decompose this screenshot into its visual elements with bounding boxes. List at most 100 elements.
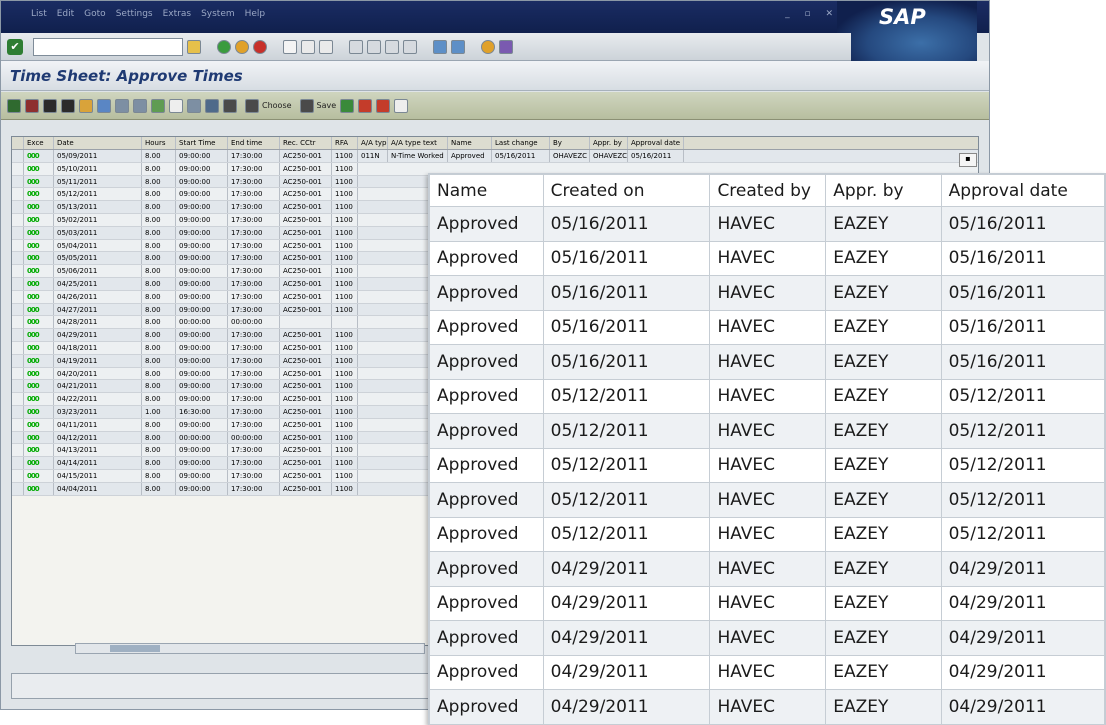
command-field[interactable]: [33, 37, 183, 56]
print-icon[interactable]: [283, 39, 297, 54]
row-selector[interactable]: [12, 418, 24, 431]
row-selector[interactable]: [12, 469, 24, 482]
table-row[interactable]: Approved 05/12/2011 HAVEC EAZEY 05/12/2011: [429, 482, 1106, 518]
row-selector[interactable]: [12, 380, 24, 393]
menu-item-help[interactable]: Help: [245, 9, 266, 19]
row-selector[interactable]: [12, 188, 24, 201]
menu-item-edit[interactable]: Edit: [57, 9, 74, 19]
table-row[interactable]: Approved 05/16/2011 HAVEC EAZEY 05/16/2011: [429, 275, 1106, 311]
row-selector[interactable]: [12, 213, 24, 226]
window-controls[interactable]: _ ▫ ✕: [785, 9, 839, 19]
sum-icon[interactable]: [133, 98, 147, 113]
row-selector[interactable]: [12, 329, 24, 341]
last-page-icon[interactable]: [403, 39, 417, 54]
first-page-icon[interactable]: [349, 39, 363, 54]
row-selector[interactable]: [12, 482, 24, 495]
grid-col-header[interactable]: Start Time: [176, 137, 228, 149]
row-selector[interactable]: [12, 457, 24, 469]
choose-button[interactable]: Choose: [245, 98, 292, 113]
row-selector[interactable]: [12, 239, 24, 252]
table-row[interactable]: Approved 04/29/2011 HAVEC EAZEY 04/29/2011: [429, 551, 1106, 587]
row-selector[interactable]: [12, 431, 24, 444]
table-row[interactable]: Approved 05/12/2011 HAVEC EAZEY 05/12/2011: [429, 516, 1106, 552]
row-selector[interactable]: [12, 265, 24, 277]
scroll-thumb[interactable]: [110, 645, 160, 652]
choose-layout-icon[interactable]: [223, 98, 237, 113]
row-selector[interactable]: [12, 226, 24, 239]
row-selector[interactable]: [12, 354, 24, 367]
row-selector[interactable]: [12, 162, 24, 175]
grid-col-header[interactable]: A/A type text: [388, 137, 448, 149]
person-icon[interactable]: [79, 98, 93, 113]
horizontal-scrollbar[interactable]: [75, 643, 425, 654]
exit-icon[interactable]: [235, 39, 249, 54]
sort-descending-icon[interactable]: [61, 98, 75, 113]
table-row[interactable]: Approved 04/29/2011 HAVEC EAZEY 04/29/2011: [429, 585, 1106, 621]
row-selector[interactable]: [12, 316, 24, 329]
menu-item-system[interactable]: System: [201, 9, 235, 19]
grid-col-header[interactable]: Rec. CCtr: [280, 137, 332, 149]
grid-col-header[interactable]: Appr. by: [590, 137, 628, 149]
row-selector[interactable]: [12, 252, 24, 265]
grid-col-header[interactable]: Approval date: [628, 137, 684, 149]
approval-col-header[interactable]: Created on: [542, 174, 711, 207]
sort-ascending-icon[interactable]: [43, 98, 57, 113]
grid-col-header[interactable]: Last change: [492, 137, 550, 149]
row-select-all[interactable]: [12, 137, 24, 149]
table-row[interactable]: Approved 05/16/2011 HAVEC EAZEY 05/16/2011: [429, 344, 1106, 380]
next-page-icon[interactable]: [385, 39, 399, 54]
table-row[interactable]: Approved 05/16/2011 HAVEC EAZEY 05/16/2011: [429, 309, 1106, 345]
row-selector[interactable]: [12, 405, 24, 418]
approve-icon[interactable]: [7, 98, 21, 113]
row-selector[interactable]: [12, 444, 24, 457]
row-selector[interactable]: [12, 367, 24, 380]
new-session-icon[interactable]: [433, 39, 447, 54]
grid-row[interactable]: 000 05/09/2011 8.00 09:00:00 17:30:00 AC250-0…: [12, 150, 978, 163]
grid-col-header[interactable]: Name: [448, 137, 492, 149]
table-row[interactable]: Approved 04/29/2011 HAVEC EAZEY 04/29/2011: [429, 654, 1106, 690]
back-icon[interactable]: [217, 39, 231, 54]
filter-icon[interactable]: [115, 98, 129, 113]
table-row[interactable]: Approved 04/29/2011 HAVEC EAZEY 04/29/2011: [429, 689, 1106, 725]
save-icon[interactable]: [187, 39, 201, 54]
row-selector[interactable]: [12, 303, 24, 316]
approval-col-header[interactable]: Name: [429, 174, 544, 207]
export-icon[interactable]: [151, 98, 165, 113]
scroll-down-icon[interactable]: ▪: [959, 153, 977, 167]
help-icon[interactable]: [481, 39, 495, 54]
table-row[interactable]: Approved 05/16/2011 HAVEC EAZEY 05/16/2011: [429, 206, 1106, 242]
grid-col-header[interactable]: RFA: [332, 137, 358, 149]
crosshair-icon[interactable]: [358, 98, 373, 113]
grid-col-header[interactable]: Date: [54, 137, 142, 149]
grid-col-header[interactable]: By: [550, 137, 590, 149]
reject-icon[interactable]: [25, 98, 39, 113]
previous-page-icon[interactable]: [367, 39, 381, 54]
find-next-icon[interactable]: [319, 39, 333, 54]
row-selector[interactable]: [12, 175, 24, 188]
menu-item-list[interactable]: List: [31, 9, 47, 19]
row-selector[interactable]: [12, 290, 24, 303]
document-icon[interactable]: [394, 98, 409, 113]
funnel-icon[interactable]: [187, 98, 201, 113]
grid-col-header[interactable]: A/A type: [358, 137, 388, 149]
menu-item-goto[interactable]: Goto: [84, 9, 106, 19]
table-row[interactable]: Approved 04/29/2011 HAVEC EAZEY 04/29/2011: [429, 620, 1106, 656]
table-row[interactable]: Approved 05/12/2011 HAVEC EAZEY 05/12/2011: [429, 447, 1106, 483]
row-selector[interactable]: [12, 277, 24, 290]
table-row[interactable]: Approved 05/12/2011 HAVEC EAZEY 05/12/2011: [429, 378, 1106, 414]
row-selector[interactable]: [12, 393, 24, 405]
grid-col-header[interactable]: Exce: [24, 137, 54, 149]
graphic-icon[interactable]: [340, 98, 355, 113]
details-icon[interactable]: [97, 98, 111, 113]
enter-icon[interactable]: ✔: [7, 38, 23, 55]
shortcut-icon[interactable]: [451, 39, 465, 54]
cancel-icon[interactable]: [253, 39, 267, 54]
menu-item-settings[interactable]: Settings: [116, 9, 153, 19]
table-row[interactable]: Approved 05/12/2011 HAVEC EAZEY 05/12/2011: [429, 413, 1106, 449]
table-row[interactable]: Approved 05/16/2011 HAVEC EAZEY 05/16/2011: [429, 240, 1106, 276]
layout-icon[interactable]: [169, 98, 183, 113]
grid-col-header[interactable]: End time: [228, 137, 280, 149]
find-icon[interactable]: [301, 39, 315, 54]
layout-menu-icon[interactable]: [499, 39, 513, 54]
approval-col-header[interactable]: Approval date: [940, 174, 1106, 207]
